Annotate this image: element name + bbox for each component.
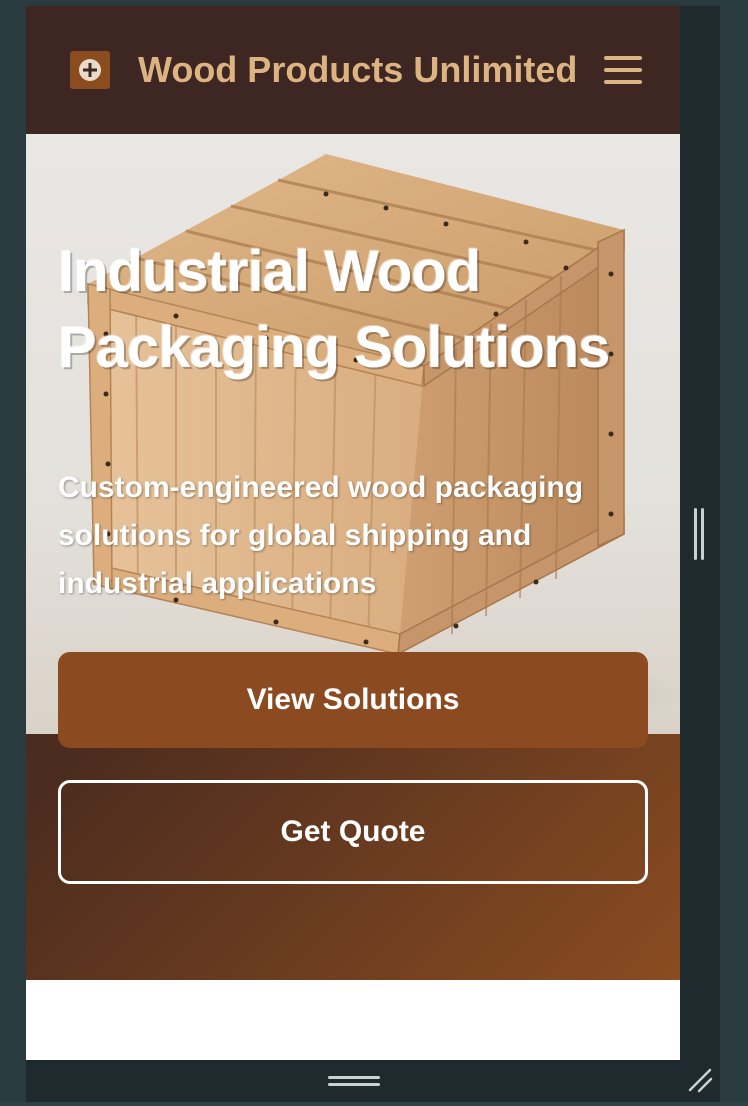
view-solutions-button[interactable]: View Solutions [58, 652, 648, 748]
hero-subtitle: Custom-engineered wood packaging solutio… [58, 471, 584, 600]
plus-circle-icon[interactable] [70, 51, 110, 89]
resize-handle-icon[interactable] [686, 1066, 714, 1094]
bottom-drag-handle[interactable] [328, 1076, 380, 1086]
side-drag-handle[interactable] [694, 508, 706, 560]
page-viewport: Wood Products Unlimited Industrial Wood … [26, 6, 680, 1060]
hero-crate-image [26, 134, 680, 734]
navbar: Wood Products Unlimited [26, 6, 680, 134]
device-frame-edge [0, 1102, 748, 1106]
hero-title: Industrial Wood Packaging Solutions [58, 239, 610, 380]
hamburger-menu-icon[interactable] [604, 54, 642, 86]
brand-name[interactable]: Wood Products Unlimited [138, 46, 577, 94]
get-quote-button[interactable]: Get Quote [58, 780, 648, 884]
hero-section: Industrial Wood Packaging Solutions Cust… [26, 134, 680, 980]
